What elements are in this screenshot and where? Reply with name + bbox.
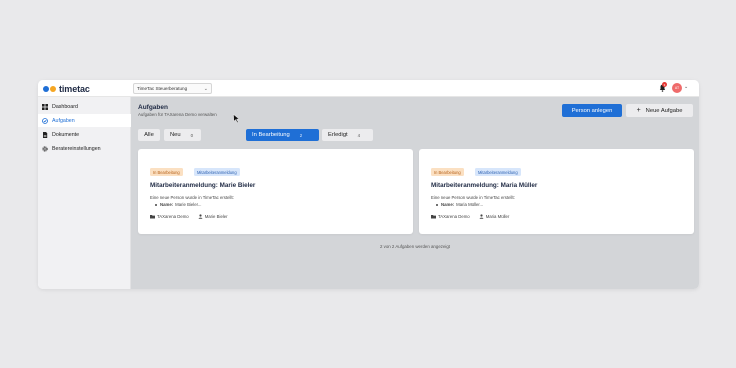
card-meta: TAXarena Demo Maria Müller xyxy=(431,214,509,219)
sidebar-item-label: Beratereinstellungen xyxy=(52,145,101,152)
person-icon xyxy=(198,214,203,219)
logo-dot-blue xyxy=(43,85,49,92)
workspace-select-value: TimeTac Steuerberatung xyxy=(137,86,188,91)
bullet-dot xyxy=(155,203,157,206)
bullet-label: Name: xyxy=(160,202,174,207)
app-window: timetac TimeTac Steuerberatung ⌄ 3 AT ⌄ … xyxy=(38,80,699,289)
bullet-value: Maria Müller... xyxy=(456,202,484,207)
tab-erledigt[interactable]: Erledigt 4 xyxy=(322,129,373,141)
chevron-down-icon: ⌄ xyxy=(203,86,208,92)
card-name-bullet: Name: Maria Müller... xyxy=(436,202,483,207)
sidebar-item-label: Dokumente xyxy=(52,131,80,138)
sidebar-item-beratereinstellungen[interactable]: Beratereinstellungen xyxy=(38,142,131,155)
logo-text: timetac xyxy=(59,83,90,94)
workspace-select[interactable]: TimeTac Steuerberatung ⌄ xyxy=(133,83,212,94)
tab-count: 4 xyxy=(357,132,361,138)
folder-icon xyxy=(150,215,155,219)
card-name-bullet: Name: Marie Bieler... xyxy=(155,202,201,207)
results-count-note: 2 von 2 Aufgaben werden angezeigt xyxy=(379,244,451,249)
plus-icon: + xyxy=(636,107,641,114)
sidebar-item-aufgaben[interactable]: Aufgaben xyxy=(38,114,131,127)
gear-icon xyxy=(42,145,48,152)
neue-aufgabe-button[interactable]: + Neue Aufgabe xyxy=(626,104,693,117)
sidebar: Dashboard Aufgaben Dokumente Beratereins… xyxy=(38,97,131,289)
tab-label: Erledigt xyxy=(328,132,348,138)
app-logo[interactable]: timetac xyxy=(43,83,90,94)
tab-label: Alle xyxy=(144,132,154,138)
card-person: Marie Bieler xyxy=(204,214,228,219)
tab-count: 0 xyxy=(190,132,194,138)
main-content: Aufgaben Aufgaben für TAXarena Demo verw… xyxy=(131,97,699,289)
neue-aufgabe-label: Neue Aufgabe xyxy=(645,107,683,114)
person-anlegen-button[interactable]: Person anlegen xyxy=(562,104,622,117)
folder-icon xyxy=(431,215,436,219)
check-circle-icon xyxy=(42,117,48,124)
tab-alle[interactable]: Alle xyxy=(138,129,160,141)
sidebar-item-dokumente[interactable]: Dokumente xyxy=(38,128,131,141)
card-title: Mitarbeiteranmeldung: Marie Bieler xyxy=(150,182,256,189)
person-icon xyxy=(479,214,484,219)
page-subtitle: Aufgaben für TAXarena Demo verwalten xyxy=(138,112,217,117)
bullet-value: Marie Bieler... xyxy=(175,202,202,207)
tab-count: 2 xyxy=(299,132,303,138)
sidebar-item-label: Aufgaben xyxy=(52,117,75,124)
bullet-dot xyxy=(436,203,438,206)
tab-neu[interactable]: Neu 0 xyxy=(164,129,201,141)
type-badge: Mitarbeiteranmeldung xyxy=(194,168,240,176)
page-title: Aufgaben xyxy=(138,104,168,111)
type-badge: Mitarbeiteranmeldung xyxy=(475,168,521,176)
dashboard-icon xyxy=(42,103,48,110)
bullet-label: Name: xyxy=(441,202,455,207)
tab-label: In Bearbeitung xyxy=(252,132,290,138)
task-card[interactable]: In Bearbeitung Mitarbeiteranmeldung Mita… xyxy=(419,149,694,234)
card-company: TAXarena Demo xyxy=(438,214,470,219)
card-company: TAXarena Demo xyxy=(157,214,189,219)
avatar[interactable]: AT xyxy=(672,83,682,93)
top-bar: timetac TimeTac Steuerberatung ⌄ 3 AT ⌄ xyxy=(38,80,699,97)
logo-dot-orange xyxy=(50,85,56,92)
tab-in-bearbeitung[interactable]: In Bearbeitung 2 xyxy=(246,129,319,141)
status-badge: In Bearbeitung xyxy=(431,168,464,176)
tab-label: Neu xyxy=(170,132,181,138)
status-badge: In Bearbeitung xyxy=(150,168,183,176)
mouse-pointer-icon xyxy=(233,114,240,123)
card-title: Mitarbeiteranmeldung: Maria Müller xyxy=(431,182,538,189)
card-meta: TAXarena Demo Marie Bieler xyxy=(150,214,228,219)
card-description: Eine neue Person wurde in TimeTac erstel… xyxy=(150,195,234,200)
sidebar-item-dashboard[interactable]: Dashboard xyxy=(38,100,131,113)
notification-badge: 3 xyxy=(662,82,667,87)
card-person: Maria Müller xyxy=(485,214,510,219)
avatar-chevron-down-icon[interactable]: ⌄ xyxy=(684,84,688,90)
document-icon xyxy=(42,131,48,138)
card-description: Eine neue Person wurde in TimeTac erstel… xyxy=(431,195,515,200)
task-card[interactable]: In Bearbeitung Mitarbeiteranmeldung Mita… xyxy=(138,149,413,234)
sidebar-item-label: Dashboard xyxy=(52,103,78,110)
